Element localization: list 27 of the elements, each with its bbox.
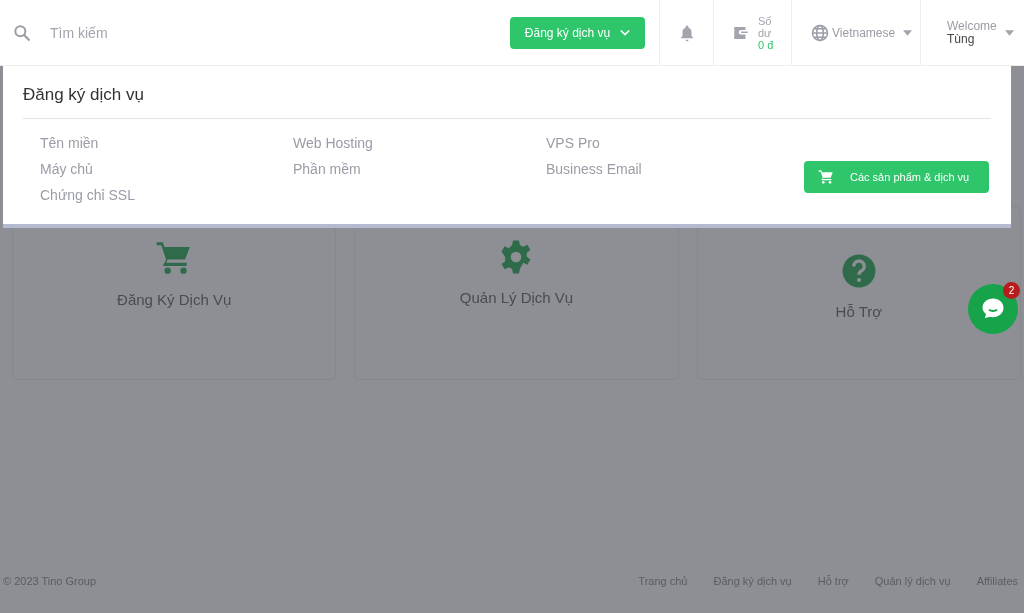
caret-icon — [1004, 29, 1014, 36]
balance-amount: 0 đ — [758, 38, 775, 51]
service-link[interactable]: VPS Pro — [546, 135, 799, 152]
search-icon — [12, 22, 32, 43]
service-link[interactable]: Web Hosting — [293, 135, 546, 152]
caret-icon — [903, 29, 913, 36]
balance-label: Số dư — [758, 14, 773, 39]
globe-icon — [810, 22, 830, 43]
service-link[interactable]: Máy chủ — [40, 161, 293, 178]
register-service-button[interactable]: Đăng ký dịch vụ — [510, 16, 645, 49]
all-products-button[interactable]: Các sản phẩm & dịch vụ — [804, 161, 989, 193]
help-icon — [840, 253, 877, 289]
card-title: Quản Lý Dịch Vụ — [459, 289, 574, 306]
card-title: Đăng Ký Dịch Vụ — [117, 291, 232, 308]
welcome-label: Welcome — [947, 19, 997, 33]
notification-badge: 2 — [1003, 282, 1020, 299]
dropdown-title: Đăng ký dịch vụ — [23, 85, 991, 119]
service-link[interactable]: Business Email — [546, 161, 799, 178]
service-link[interactable]: Chứng chỉ SSL — [40, 187, 293, 204]
service-link[interactable]: Tên miền — [40, 135, 293, 152]
chevron-down-icon — [620, 28, 631, 37]
service-link[interactable]: Phần mềm — [293, 161, 546, 178]
cart-icon — [818, 169, 834, 185]
user-name[interactable]: Tùng — [947, 32, 997, 46]
language-selector[interactable]: Vietnamese — [832, 25, 896, 40]
card-title: Hỗ Trợ — [835, 303, 883, 320]
chat-button[interactable]: 2 — [968, 284, 1018, 334]
